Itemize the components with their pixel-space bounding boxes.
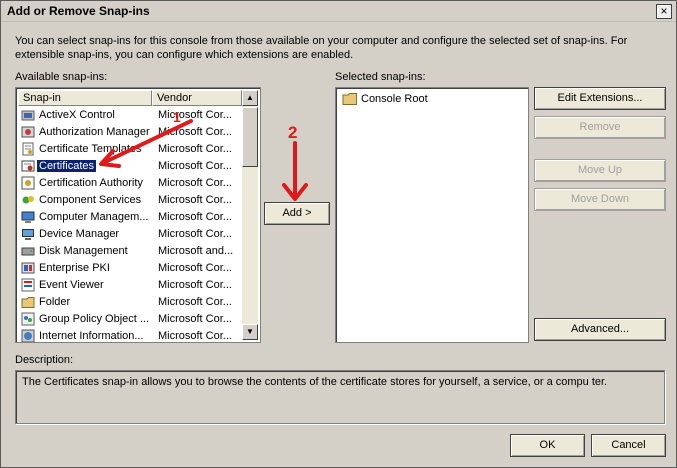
- cancel-button[interactable]: Cancel: [591, 434, 666, 457]
- annotation-step-1: 1: [173, 109, 181, 125]
- folder-icon: [21, 297, 35, 308]
- list-item-certification-authority[interactable]: Certification Authority Microsoft Cor...: [18, 175, 244, 192]
- list-item-event-viewer[interactable]: Event Viewer Microsoft Cor...: [18, 277, 244, 294]
- snapin-name: Device Manager: [39, 228, 120, 240]
- certificates-icon: [21, 160, 35, 172]
- device-manager-icon: [22, 229, 34, 240]
- intro-text: You can select snap-ins for this console…: [15, 35, 628, 61]
- authorization-manager-icon: [21, 126, 35, 138]
- snapin-name: ActiveX Control: [39, 109, 115, 121]
- description-text: The Certificates snap-in allows you to b…: [22, 376, 608, 388]
- remove-button[interactable]: Remove: [534, 116, 666, 139]
- snapin-vendor: Microsoft Cor...: [158, 228, 232, 240]
- snapin-name: Event Viewer: [39, 279, 104, 291]
- close-button[interactable]: ×: [656, 4, 672, 19]
- close-icon: ×: [660, 4, 668, 18]
- snapin-name: Computer Managem...: [39, 211, 149, 223]
- snapin-vendor: Microsoft Cor...: [158, 211, 232, 223]
- snapin-name: Component Services: [39, 194, 142, 206]
- move-down-button[interactable]: Move Down: [534, 188, 666, 211]
- snapin-vendor: Microsoft Cor...: [158, 160, 232, 172]
- snapin-vendor: Microsoft Cor...: [158, 296, 232, 308]
- snapin-vendor: Microsoft and...: [158, 245, 234, 257]
- snapin-name: Certificates: [37, 160, 97, 172]
- description-box: The Certificates snap-in allows you to b…: [15, 370, 665, 424]
- snapin-name: Certification Authority: [39, 177, 143, 189]
- add-remove-snapins-dialog: Add or Remove Snap-ins × You can select …: [0, 0, 677, 468]
- scroll-up-button[interactable]: ▲: [242, 90, 258, 106]
- dialog-title: Add or Remove Snap-ins: [7, 4, 150, 18]
- group-policy-icon: [21, 312, 35, 326]
- column-header-snapin[interactable]: Snap-in: [18, 90, 152, 106]
- list-item-folder[interactable]: Folder Microsoft Cor...: [18, 294, 244, 311]
- certificate-templates-icon: [22, 142, 34, 156]
- activex-icon: [21, 110, 35, 121]
- snapin-vendor: Microsoft Cor...: [158, 313, 232, 325]
- available-snapins-list[interactable]: Snap-in Vendor ActiveX Control Microsoft …: [15, 87, 261, 343]
- component-services-icon: [22, 196, 34, 204]
- snapin-name: Certificate Templates: [39, 143, 142, 155]
- advanced-button[interactable]: Advanced...: [534, 318, 666, 341]
- ok-button[interactable]: OK: [510, 434, 585, 457]
- snapin-name: Folder: [39, 296, 71, 308]
- list-item-certificate-templates[interactable]: Certificate Templates Microsoft Cor...: [18, 141, 244, 158]
- snapin-name: Disk Management: [39, 245, 128, 257]
- snapin-vendor: Microsoft Cor...: [158, 177, 232, 189]
- list-item-activex-control[interactable]: ActiveX Control Microsoft Cor...: [18, 107, 244, 124]
- scroll-down-button[interactable]: ▼: [242, 324, 258, 340]
- folder-icon: [342, 93, 357, 105]
- available-snapins-label: Available snap-ins:: [15, 71, 108, 83]
- description-label: Description:: [15, 354, 74, 366]
- snapin-vendor: Microsoft Cor...: [158, 262, 232, 274]
- snapin-vendor: Microsoft Cor...: [158, 143, 232, 155]
- snapin-name: Authorization Manager: [39, 126, 150, 138]
- computer-management-icon: [21, 211, 35, 223]
- edit-extensions-button[interactable]: Edit Extensions...: [534, 87, 666, 110]
- snapin-vendor: Microsoft Cor...: [158, 126, 232, 138]
- snapin-vendor: Microsoft Cor...: [158, 109, 232, 121]
- selected-snapins-list[interactable]: Console Root: [335, 87, 529, 343]
- annotation-step-2: 2: [288, 123, 298, 142]
- move-up-button[interactable]: Move Up: [534, 159, 666, 182]
- snapin-name: Enterprise PKI: [39, 262, 110, 274]
- list-item-console-root[interactable]: Console Root: [340, 91, 520, 108]
- list-item-device-manager[interactable]: Device Manager Microsoft Cor...: [18, 226, 244, 243]
- event-viewer-icon: [21, 278, 35, 292]
- certification-authority-icon: [21, 176, 35, 190]
- iis-icon: [21, 329, 35, 342]
- disk-management-icon: [21, 247, 35, 256]
- list-item-authorization-manager[interactable]: Authorization Manager Microsoft Cor...: [18, 124, 244, 141]
- selected-snapins-label: Selected snap-ins:: [335, 71, 426, 83]
- list-item-certificates[interactable]: Certificates Microsoft Cor...: [18, 158, 244, 175]
- column-header-vendor[interactable]: Vendor: [152, 90, 242, 106]
- list-item-disk-management[interactable]: Disk Management Microsoft and...: [18, 243, 244, 260]
- scroll-thumb[interactable]: [242, 107, 258, 167]
- list-item-group-policy-object[interactable]: Group Policy Object ... Microsoft Cor...: [18, 311, 244, 328]
- list-item-enterprise-pki[interactable]: Enterprise PKI Microsoft Cor...: [18, 260, 244, 277]
- snapin-name: Internet Information...: [39, 330, 144, 342]
- list-item-computer-managem[interactable]: Computer Managem... Microsoft Cor...: [18, 209, 244, 226]
- snapin-vendor: Microsoft Cor...: [158, 279, 232, 291]
- add-button[interactable]: Add >: [264, 202, 330, 225]
- list-item-component-services[interactable]: Component Services Microsoft Cor...: [18, 192, 244, 209]
- enterprise-pki-icon: [21, 262, 35, 274]
- snapin-vendor: Microsoft Cor...: [158, 330, 232, 342]
- list-item-label: Console Root: [361, 93, 428, 105]
- vertical-scrollbar[interactable]: ▲ ▼: [242, 90, 258, 340]
- title-bar: Add or Remove Snap-ins ×: [1, 1, 676, 22]
- snapin-vendor: Microsoft Cor...: [158, 194, 232, 206]
- list-item-internet-information[interactable]: Internet Information... Microsoft Cor...: [18, 328, 244, 342]
- annotation-arrowhead-2: [282, 183, 308, 201]
- snapin-name: Group Policy Object ...: [39, 313, 150, 325]
